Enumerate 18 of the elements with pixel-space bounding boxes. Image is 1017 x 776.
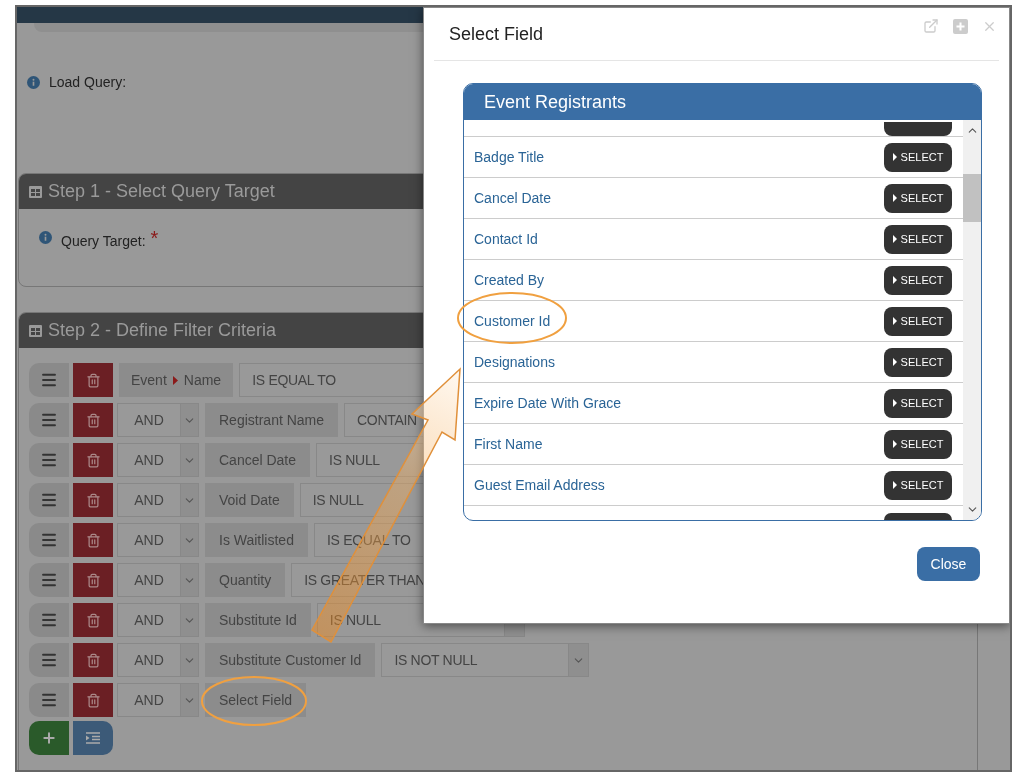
parent-field-label: Event (131, 370, 167, 390)
load-query-label: Load Query: (49, 73, 127, 92)
field-name: First Name (474, 434, 543, 454)
field-name: Customer Id (474, 311, 551, 331)
field-label: Name (183, 370, 222, 390)
dialog-title: Select Field (448, 22, 544, 46)
field-name: Designations (474, 352, 555, 372)
field-name: Badge Title (474, 147, 545, 167)
step-title: Step 2 - Define Filter Criteria (48, 319, 277, 342)
query-target-label: Query Target: (61, 232, 146, 251)
required-mark: * (150, 231, 159, 245)
field-name: Contact Id (474, 229, 538, 249)
field-name: Expire Date With Grace (474, 393, 622, 413)
field-name: Cancel Date (474, 188, 552, 208)
field-name: Created By (474, 270, 545, 290)
step-title: Step 1 - Select Query Target (48, 180, 275, 203)
field-name: Guest Email Address (474, 475, 605, 495)
list-title: Event Registrants (484, 90, 627, 114)
